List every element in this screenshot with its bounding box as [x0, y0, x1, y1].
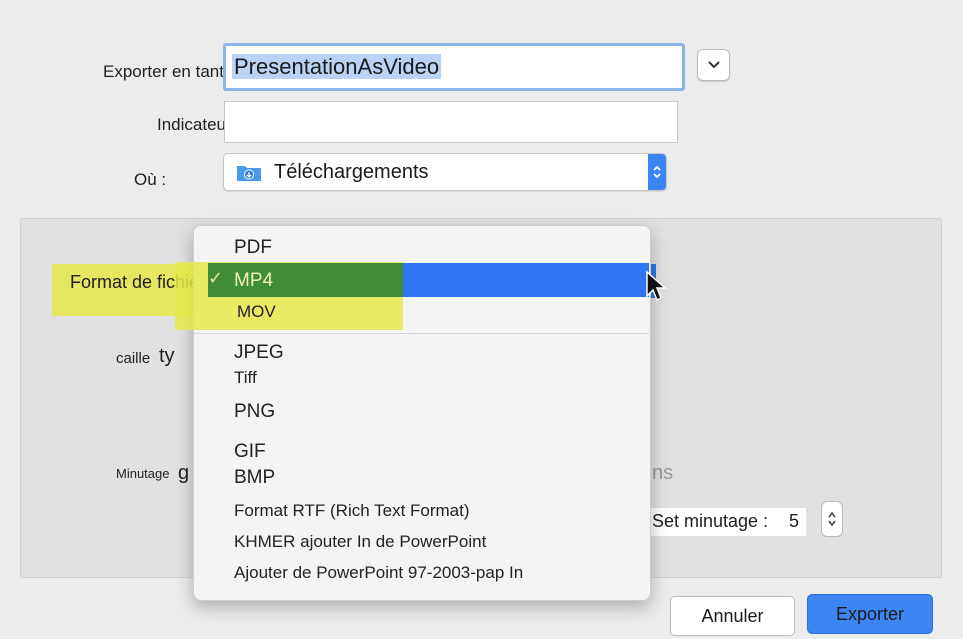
timing-fragment: g — [178, 462, 190, 484]
menu-item-mp4-bar — [403, 263, 649, 297]
menu-item-tiff[interactable]: Tiff — [234, 368, 257, 388]
menu-item-jpeg[interactable]: JPEG — [234, 342, 284, 364]
location-value: Téléchargements — [274, 160, 429, 183]
popup-stepper — [648, 154, 666, 190]
expand-dialog-button[interactable] — [697, 49, 730, 81]
file-format-menu: PDF ✓ MP4 MOV JPEG Tiff PNG GIF BMP Form… — [175, 225, 651, 601]
cancel-button[interactable]: Annuler — [670, 596, 795, 636]
menu-item-bmp[interactable]: BMP — [234, 467, 275, 489]
menu-item-png[interactable]: PNG — [234, 401, 275, 423]
mouse-pointer-icon — [646, 270, 667, 302]
seconds-fragment: ns — [652, 462, 674, 484]
menu-item-rtf[interactable]: Format RTF (Rich Text Format) — [234, 501, 470, 521]
timing-stepper[interactable] — [821, 501, 843, 537]
filename-field[interactable]: PresentationAsVideo — [223, 43, 685, 91]
menu-item-gif[interactable]: GIF — [234, 441, 266, 463]
folder-icon — [236, 162, 262, 182]
where-label: Où : — [134, 170, 167, 189]
menu-item-ppt97[interactable]: Ajouter de PowerPoint 97-2003-pap In — [234, 563, 523, 583]
menu-item-pdf[interactable]: PDF — [234, 237, 272, 259]
size-label: caille — [116, 350, 151, 367]
filename-selection: PresentationAsVideo — [232, 54, 442, 79]
up-down-icon — [828, 511, 836, 527]
set-timing-value[interactable]: 5 — [789, 511, 799, 532]
set-timing-label: Set minutage : — [652, 511, 769, 531]
checkmark-icon: ✓ — [208, 268, 224, 288]
export-button[interactable]: Exporter — [807, 594, 933, 634]
timing-label: Minutage — [116, 466, 170, 481]
menu-separator — [194, 333, 649, 334]
chevron-down-icon — [707, 61, 720, 69]
location-popup[interactable]: Téléchargements — [223, 153, 667, 191]
up-down-icon — [653, 165, 661, 179]
tags-field[interactable] — [224, 101, 678, 143]
menu-item-mov[interactable]: MOV — [237, 302, 276, 322]
menu-item-mp4[interactable]: MP4 — [234, 270, 273, 292]
type-fragment: ty — [159, 345, 175, 367]
menu-item-khmer[interactable]: KHMER ajouter In de PowerPoint — [234, 532, 486, 552]
